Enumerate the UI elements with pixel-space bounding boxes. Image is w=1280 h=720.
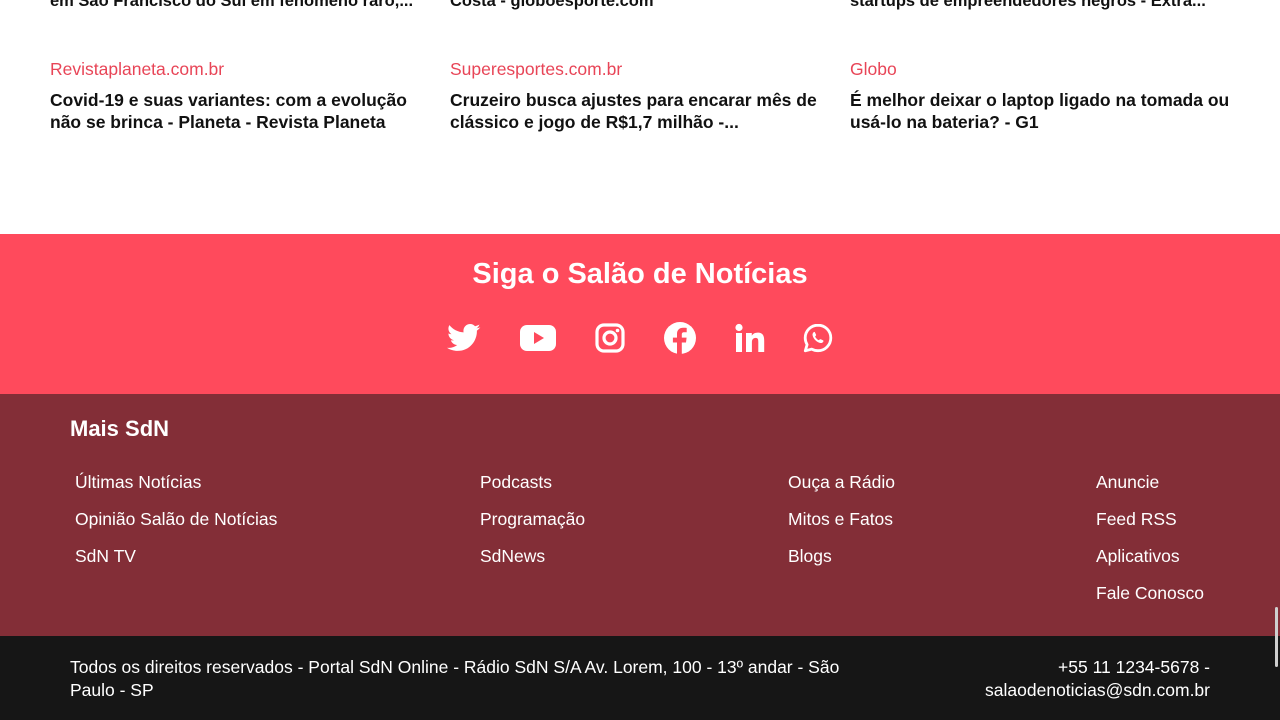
footer-link-sdn-tv[interactable]: SdN TV <box>75 545 277 567</box>
footer-link-mitos-e-fatos[interactable]: Mitos e Fatos <box>788 508 895 530</box>
news-previous-title[interactable]: startups de empreendedores negros - Extr… <box>850 0 1220 12</box>
footer-link-programacao[interactable]: Programação <box>480 508 585 530</box>
footer-link-fale-conosco[interactable]: Fale Conosco <box>1096 582 1204 604</box>
news-previous-title[interactable]: Costa - globoesporte.com <box>450 0 820 12</box>
bottom-bar: Todos os direitos reservados - Portal Sd… <box>0 636 1280 720</box>
linkedin-icon[interactable] <box>732 320 768 356</box>
more-links-title: Mais SdN <box>70 416 170 441</box>
news-headline[interactable]: Covid-19 e suas variantes: com a evoluçã… <box>50 89 430 133</box>
news-headline[interactable]: É melhor deixar o laptop ligado na tomad… <box>850 89 1230 133</box>
twitter-icon[interactable] <box>446 320 482 356</box>
news-headline[interactable]: Cruzeiro busca ajustes para encarar mês … <box>450 89 830 133</box>
news-section: em São Francisco do Sul em fenômeno raro… <box>0 0 1280 234</box>
news-previous-title[interactable]: em São Francisco do Sul em fenômeno raro… <box>50 0 420 12</box>
news-source: Revistaplaneta.com.br <box>50 59 225 79</box>
contact-info: +55 11 1234-5678 - salaodenoticias@sdn.c… <box>985 657 1210 700</box>
footer-link-blogs[interactable]: Blogs <box>788 545 895 567</box>
links-column: Podcasts Programação SdNews <box>480 471 585 582</box>
footer-link-feed-rss[interactable]: Feed RSS <box>1096 508 1204 530</box>
links-column: Ouça a Rádio Mitos e Fatos Blogs <box>788 471 895 582</box>
whatsapp-icon[interactable] <box>800 320 836 356</box>
footer-link-anuncie[interactable]: Anuncie <box>1096 471 1204 493</box>
footer-link-podcasts[interactable]: Podcasts <box>480 471 585 493</box>
footer-link-aplicativos[interactable]: Aplicativos <box>1096 545 1204 567</box>
footer-link-opiniao[interactable]: Opinião Salão de Notícias <box>75 508 277 530</box>
footer-link-sdnews[interactable]: SdNews <box>480 545 585 567</box>
follow-section: Siga o Salão de Notícias <box>0 234 1280 394</box>
youtube-icon[interactable] <box>520 320 556 356</box>
news-source: Globo <box>850 59 897 79</box>
copyright-address: Todos os direitos reservados - Portal Sd… <box>70 657 840 700</box>
instagram-icon[interactable] <box>592 320 628 356</box>
links-column: Últimas Notícias Opinião Salão de Notíci… <box>75 471 277 582</box>
links-column: Anuncie Feed RSS Aplicativos Fale Conosc… <box>1096 471 1204 619</box>
facebook-icon[interactable] <box>662 320 698 356</box>
follow-title: Siga o Salão de Notícias <box>472 258 808 290</box>
more-links-section: Mais SdN Últimas Notícias Opinião Salão … <box>0 394 1280 636</box>
scrollbar-thumb[interactable] <box>1275 607 1278 667</box>
footer-link-ouca-a-radio[interactable]: Ouça a Rádio <box>788 471 895 493</box>
news-source: Superesportes.com.br <box>450 59 623 79</box>
footer-link-ultimas-noticias[interactable]: Últimas Notícias <box>75 471 277 493</box>
